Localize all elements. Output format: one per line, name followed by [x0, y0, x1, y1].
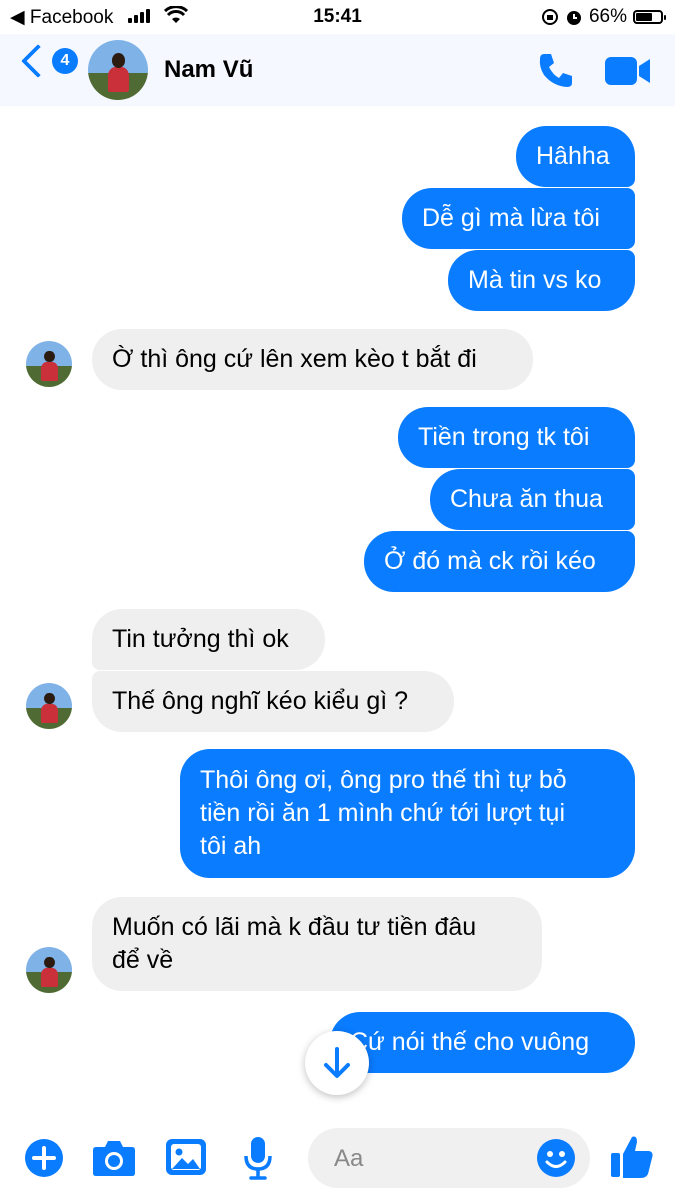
message-bubble-incoming[interactable]: Thế ông nghĩ kéo kiểu gì ?	[92, 671, 454, 732]
thumbs-up-icon[interactable]	[610, 1133, 654, 1179]
conversation-header: 4 Nam Vũ	[0, 34, 675, 106]
message-bubble-outgoing[interactable]: Cứ nói thế cho vuông	[330, 1012, 635, 1073]
plus-icon[interactable]	[24, 1138, 64, 1178]
status-bar: ◀ Facebook 15:41 66%	[0, 0, 675, 34]
message-bubble-outgoing[interactable]: Dễ gì mà lừa tôi	[402, 188, 635, 249]
video-icon[interactable]	[604, 56, 652, 86]
message-bubble-outgoing[interactable]: Mà tin vs ko	[448, 250, 635, 311]
back-button[interactable]: 4	[18, 44, 78, 78]
message-bubble-outgoing[interactable]: Tiền trong tk tôi	[398, 407, 635, 468]
message-bubble-outgoing[interactable]: Hâhha	[516, 126, 635, 187]
sender-avatar[interactable]	[26, 683, 72, 729]
emoji-icon[interactable]	[536, 1138, 576, 1178]
image-icon[interactable]	[165, 1138, 207, 1176]
alarm-icon	[566, 11, 581, 25]
scroll-to-bottom-button[interactable]	[305, 1031, 369, 1095]
chevron-left-icon	[21, 44, 55, 78]
message-input[interactable]	[332, 1128, 526, 1190]
battery-icon	[633, 10, 666, 24]
message-bubble-outgoing[interactable]: Thôi ông ơi, ông pro thế thì tự bỏ tiền …	[180, 749, 635, 878]
camera-icon[interactable]	[92, 1139, 136, 1177]
unread-count-badge: 4	[52, 48, 78, 74]
message-bubble-incoming[interactable]: Ờ thì ông cứ lên xem kèo t bắt đi	[92, 329, 533, 390]
arrow-down-icon	[324, 1047, 350, 1078]
message-bubble-incoming[interactable]: Muốn có lãi mà k đầu tư tiền đâu để về	[92, 897, 542, 991]
sender-avatar[interactable]	[26, 947, 72, 993]
message-bubble-outgoing[interactable]: Ở đó mà ck rồi kéo	[364, 531, 635, 592]
contact-name[interactable]: Nam Vũ	[164, 56, 253, 84]
message-bubble-incoming[interactable]: Tin tưởng thì ok	[92, 609, 325, 670]
orientation-lock-icon	[541, 9, 558, 25]
battery-percent: 66%	[588, 6, 627, 27]
phone-icon[interactable]	[536, 50, 576, 90]
composer-bar	[0, 1115, 675, 1200]
message-bubble-outgoing[interactable]: Chưa ăn thua	[430, 469, 635, 530]
contact-avatar[interactable]	[88, 40, 148, 100]
microphone-icon[interactable]	[243, 1136, 273, 1180]
sender-avatar[interactable]	[26, 341, 72, 387]
message-composer[interactable]	[308, 1128, 590, 1190]
